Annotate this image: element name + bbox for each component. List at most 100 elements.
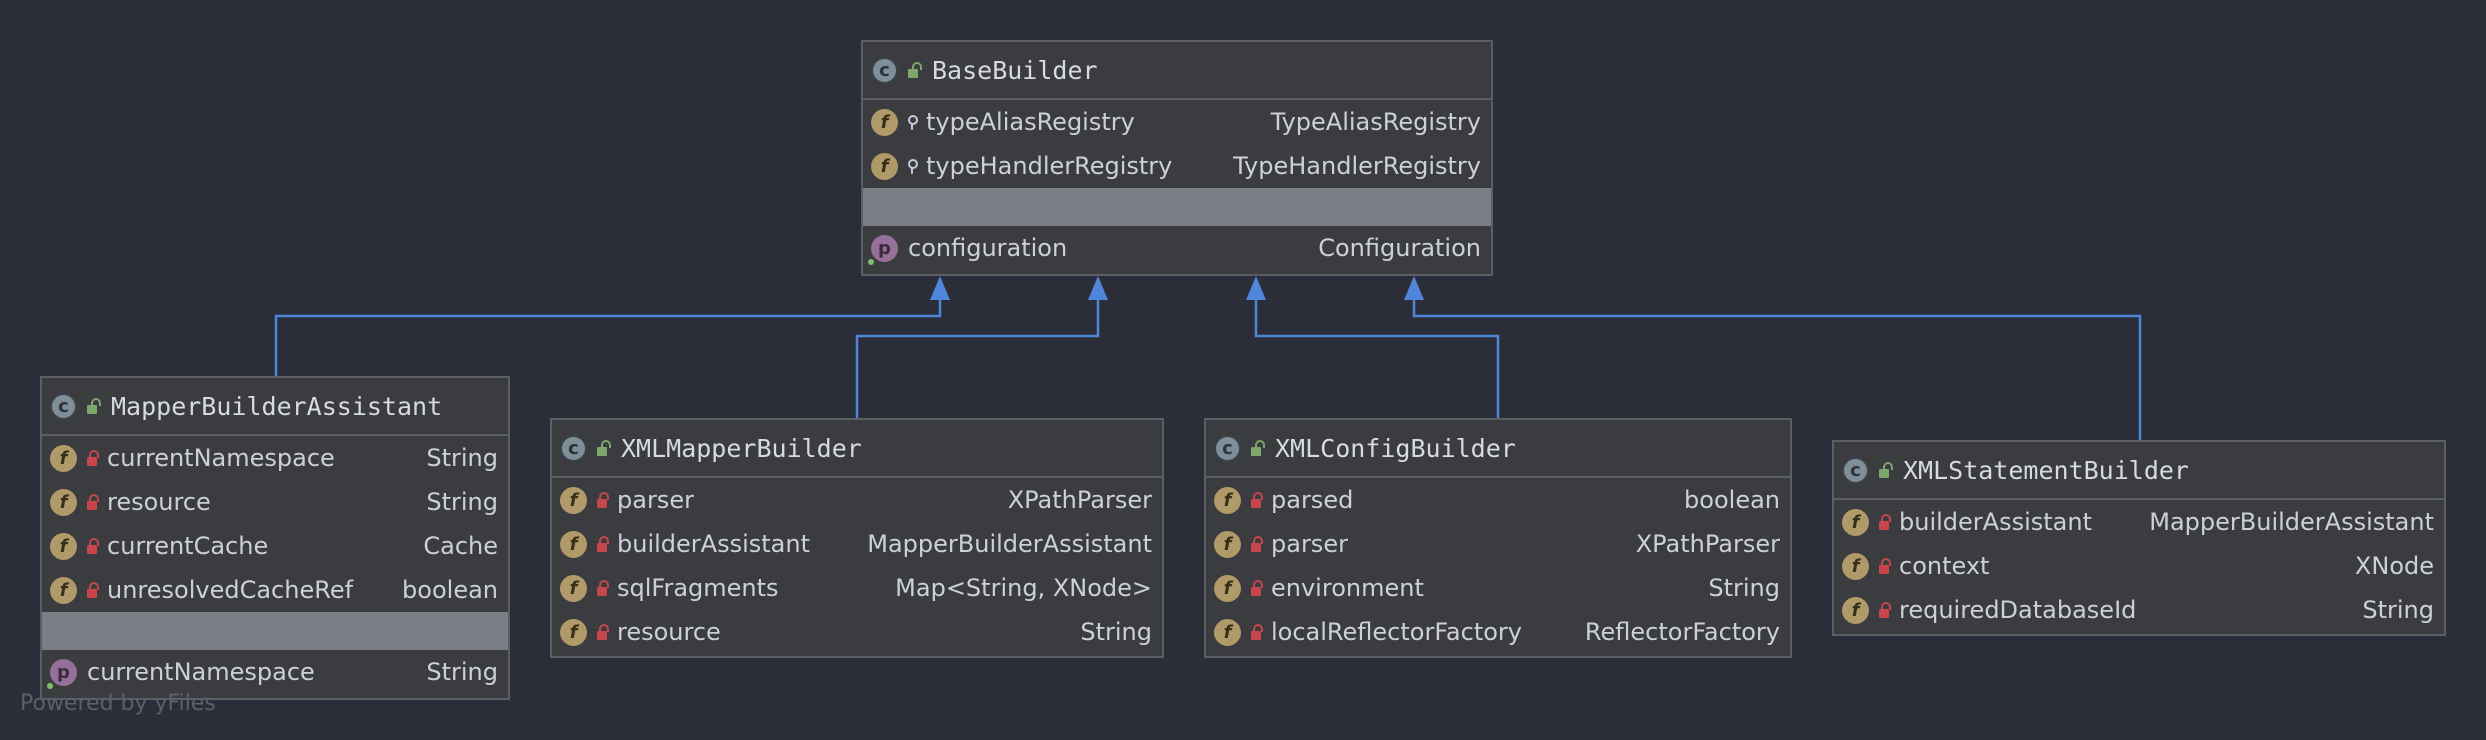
property-name: configuration — [908, 234, 1068, 262]
private-lock-icon — [597, 579, 609, 596]
class-node-xmlstatementbuilder[interactable]: c XMLStatementBuilder f builderAssistant… — [1832, 440, 2446, 636]
arrowhead-2 — [1088, 276, 1108, 300]
field-name: requiredDatabaseId — [1899, 596, 2137, 624]
field-name: parsed — [1271, 486, 1354, 514]
field-row[interactable]: f builderAssistant MapperBuilderAssistan… — [552, 522, 1162, 566]
field-row[interactable]: f resource String — [42, 480, 508, 524]
package-private-icon — [908, 157, 918, 175]
field-row[interactable]: f typeAliasRegistry TypeAliasRegistry — [863, 100, 1491, 144]
field-name: localReflectorFactory — [1271, 618, 1522, 646]
class-header: c BaseBuilder — [863, 42, 1491, 100]
private-lock-icon — [597, 623, 609, 640]
private-lock-icon — [87, 449, 99, 466]
class-title: XMLConfigBuilder — [1275, 433, 1516, 463]
arrowhead-1 — [930, 276, 950, 300]
field-name: sqlFragments — [617, 574, 779, 602]
field-name: environment — [1271, 574, 1424, 602]
public-icon — [1251, 439, 1265, 456]
private-lock-icon — [1251, 535, 1263, 552]
field-icon: f — [50, 576, 77, 604]
field-icon: f — [1214, 574, 1241, 602]
field-type: String — [1708, 574, 1780, 602]
field-row[interactable]: f parser XPathParser — [1206, 522, 1790, 566]
field-icon: f — [1214, 530, 1241, 558]
field-name: parser — [617, 486, 694, 514]
class-header: c XMLStatementBuilder — [1834, 442, 2444, 500]
field-row[interactable]: f unresolvedCacheRef boolean — [42, 568, 508, 612]
field-row[interactable]: f typeHandlerRegistry TypeHandlerRegistr… — [863, 144, 1491, 188]
private-lock-icon — [87, 581, 99, 598]
class-icon: c — [1842, 456, 1869, 484]
field-type: ReflectorFactory — [1584, 618, 1780, 646]
field-row[interactable]: f sqlFragments Map<String, XNode> — [552, 566, 1162, 610]
field-name: typeAliasRegistry — [926, 108, 1135, 136]
field-name: resource — [107, 488, 211, 516]
field-type: MapperBuilderAssistant — [867, 530, 1152, 558]
class-header: c XMLMapperBuilder — [552, 420, 1162, 478]
class-node-xmlmapperbuilder[interactable]: c XMLMapperBuilder f parser XPathParser … — [550, 418, 1164, 658]
edge-mapperbuilderassistant-to-basebuilder[interactable] — [274, 290, 942, 376]
field-icon: f — [560, 574, 587, 602]
field-type: Map<String, XNode> — [895, 574, 1152, 602]
arrowhead-4 — [1404, 276, 1424, 300]
field-icon: f — [560, 486, 587, 514]
class-title: XMLMapperBuilder — [621, 433, 862, 463]
private-lock-icon — [1251, 623, 1263, 640]
field-type: TypeAliasRegistry — [1270, 108, 1481, 136]
field-type: boolean — [1684, 486, 1780, 514]
private-lock-icon — [1251, 491, 1263, 508]
property-type: Configuration — [1318, 234, 1481, 262]
field-row[interactable]: f builderAssistant MapperBuilderAssistan… — [1834, 500, 2444, 544]
field-row[interactable]: f resource String — [552, 610, 1162, 654]
edge-xmlmapperbuilder-to-basebuilder[interactable] — [855, 290, 1100, 418]
section-separator — [863, 188, 1491, 226]
property-name: currentNamespace — [87, 658, 315, 686]
class-node-xmlconfigbuilder[interactable]: c XMLConfigBuilder f parsed boolean f pa… — [1204, 418, 1792, 658]
class-node-mapperbuilderassistant[interactable]: c MapperBuilderAssistant f currentNamesp… — [40, 376, 510, 700]
class-header: c MapperBuilderAssistant — [42, 378, 508, 436]
field-row[interactable]: f currentCache Cache — [42, 524, 508, 568]
field-name: parser — [1271, 530, 1348, 558]
class-node-basebuilder[interactable]: c BaseBuilder f typeAliasRegistry TypeAl… — [861, 40, 1493, 276]
property-row[interactable]: p configuration Configuration — [863, 226, 1491, 270]
class-header: c XMLConfigBuilder — [1206, 420, 1790, 478]
field-name: currentCache — [107, 532, 269, 560]
field-row[interactable]: f parser XPathParser — [552, 478, 1162, 522]
private-lock-icon — [87, 537, 99, 554]
field-row[interactable]: f requiredDatabaseId String — [1834, 588, 2444, 632]
private-lock-icon — [1879, 601, 1891, 618]
class-icon: c — [871, 56, 898, 84]
field-type: XPathParser — [1007, 486, 1152, 514]
field-row[interactable]: f context XNode — [1834, 544, 2444, 588]
field-type: String — [426, 488, 498, 516]
field-row[interactable]: f currentNamespace String — [42, 436, 508, 480]
private-lock-icon — [1879, 513, 1891, 530]
field-type: TypeHandlerRegistry — [1233, 152, 1481, 180]
property-row[interactable]: p currentNamespace String — [42, 650, 508, 694]
arrowhead-3 — [1246, 276, 1266, 300]
class-icon: c — [1214, 434, 1241, 462]
public-icon — [908, 61, 922, 78]
field-row[interactable]: f localReflectorFactory ReflectorFactory — [1206, 610, 1790, 654]
field-icon: f — [1842, 596, 1869, 624]
class-icon: c — [560, 434, 587, 462]
field-name: context — [1899, 552, 1990, 580]
field-type: boolean — [402, 576, 498, 604]
private-lock-icon — [1251, 579, 1263, 596]
field-icon: f — [1214, 486, 1241, 514]
class-title: XMLStatementBuilder — [1903, 455, 2189, 485]
field-icon: f — [560, 618, 587, 646]
private-lock-icon — [1879, 557, 1891, 574]
public-icon — [87, 397, 101, 414]
watermark: Powered by yFiles — [20, 691, 216, 716]
field-name: typeHandlerRegistry — [926, 152, 1173, 180]
field-icon: f — [50, 488, 77, 516]
field-icon: f — [871, 152, 898, 180]
property-type: String — [426, 658, 498, 686]
field-icon: f — [50, 444, 77, 472]
field-row[interactable]: f environment String — [1206, 566, 1790, 610]
field-row[interactable]: f parsed boolean — [1206, 478, 1790, 522]
edge-xmlconfigbuilder-to-basebuilder[interactable] — [1254, 290, 1500, 418]
field-type: MapperBuilderAssistant — [2149, 508, 2434, 536]
class-title: BaseBuilder — [932, 55, 1098, 85]
